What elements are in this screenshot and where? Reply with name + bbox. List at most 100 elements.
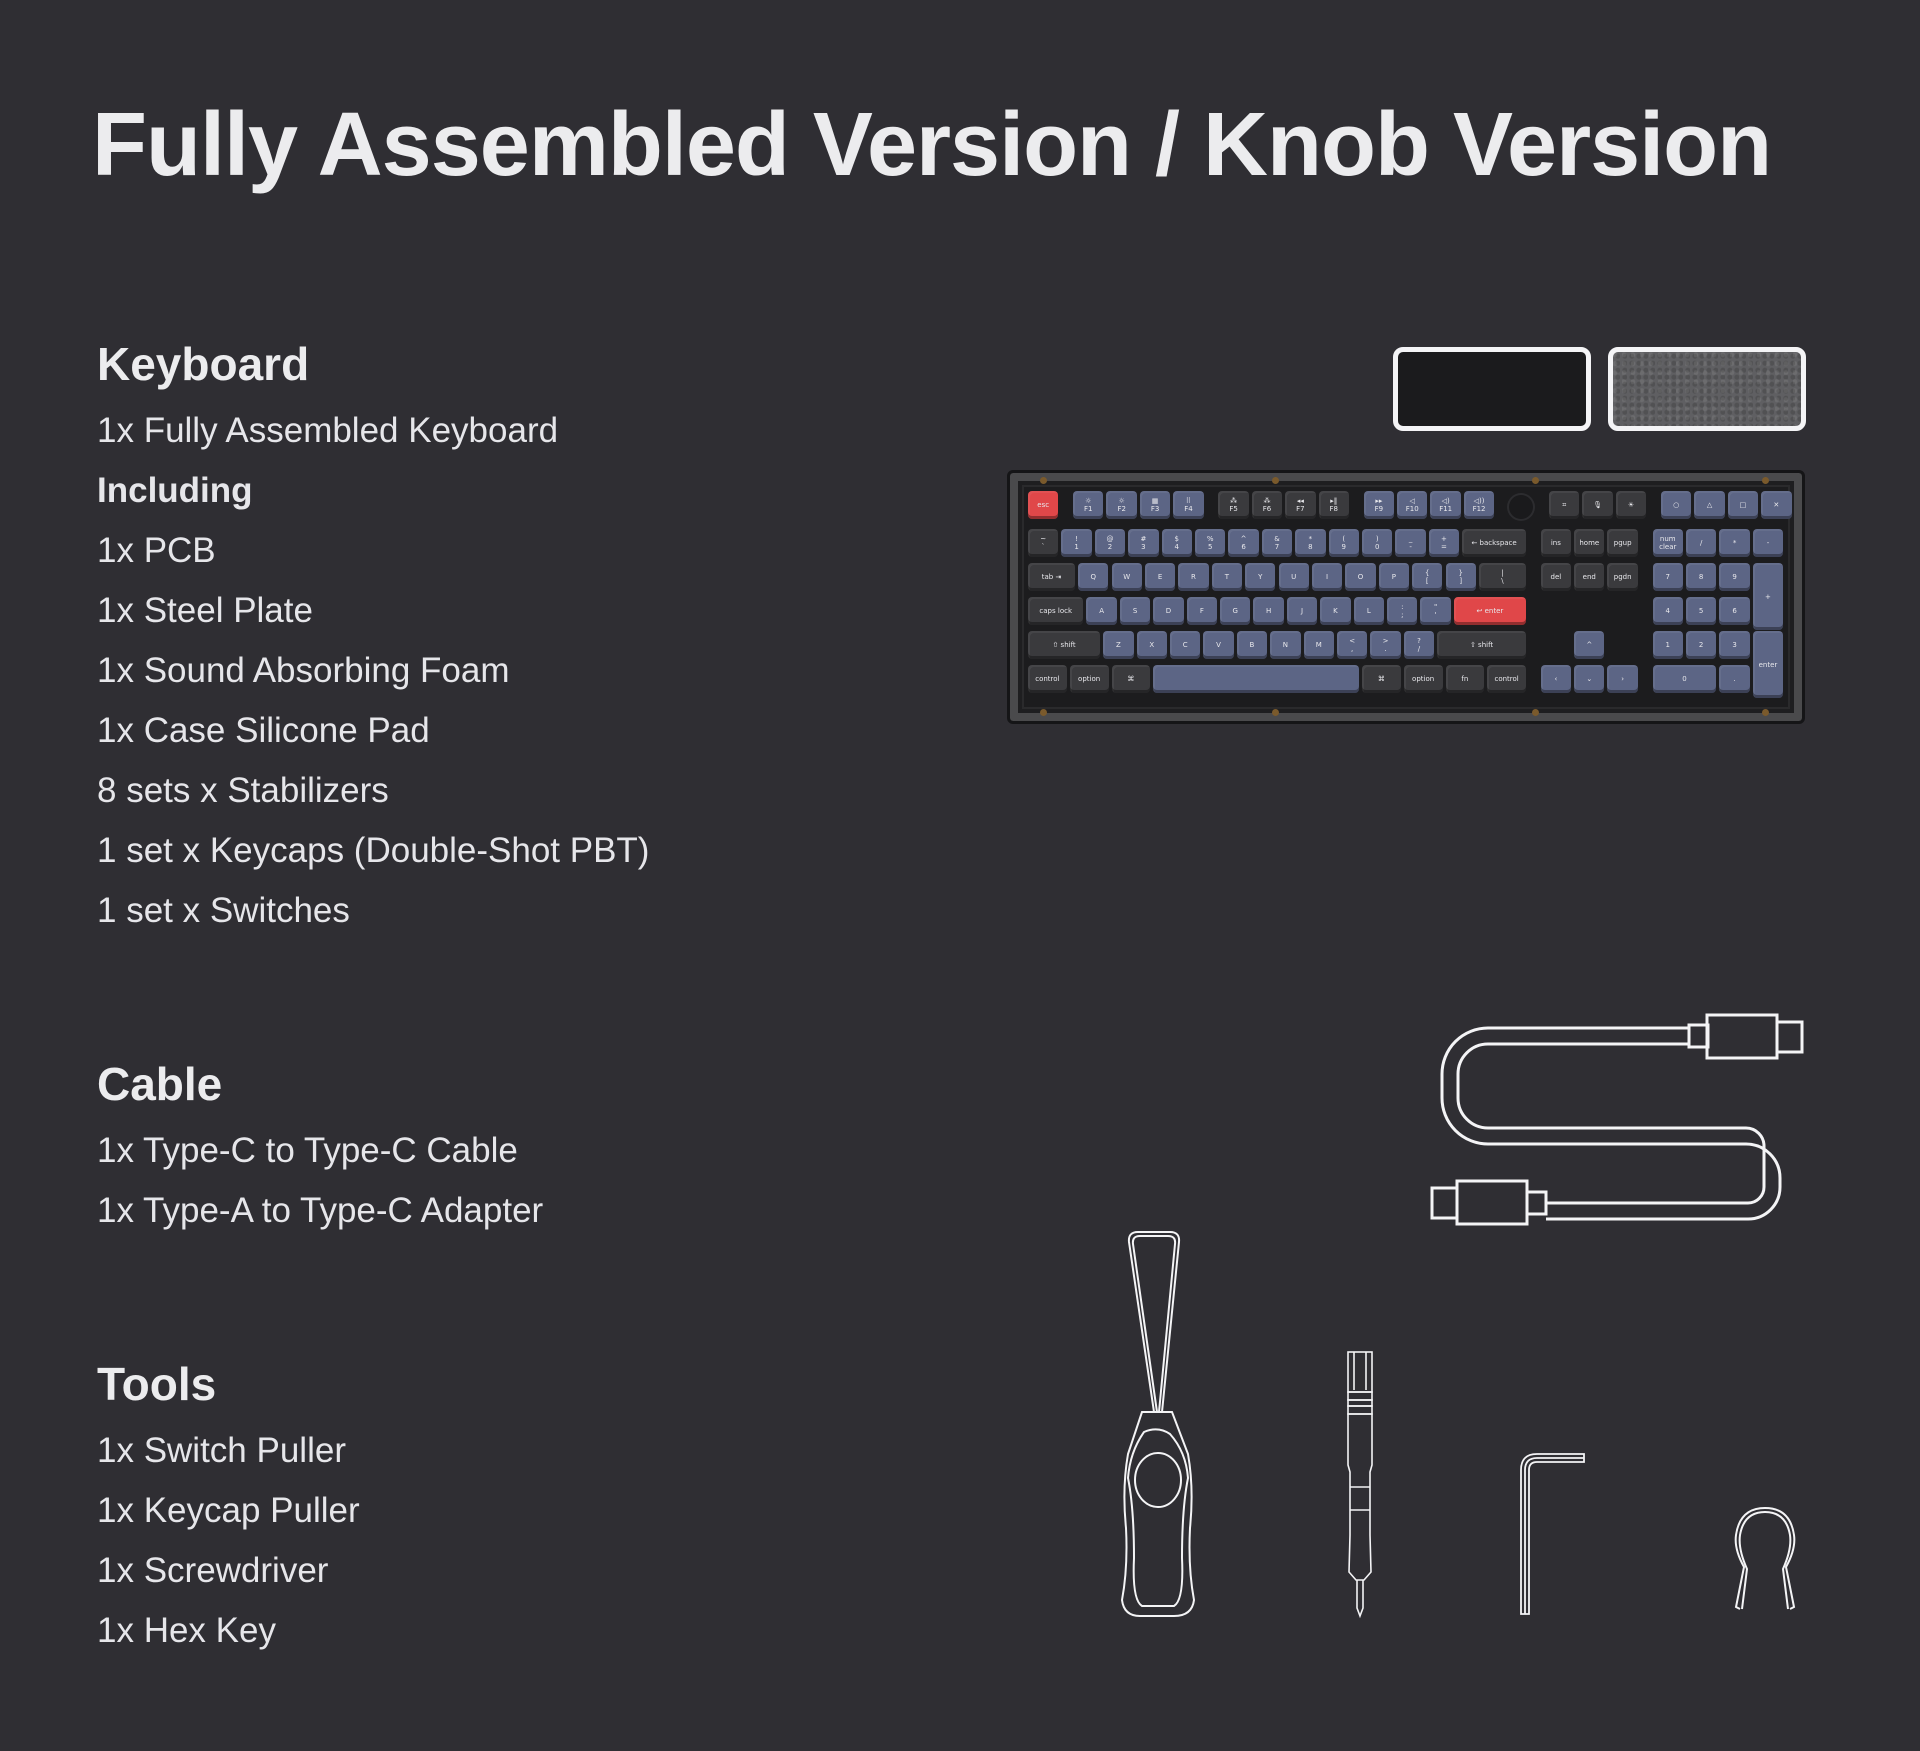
keyboard-image: esc ☼ F1 ☼ F2 ▦ F3 ⠿ F4 ⁂ F5 ⁂ F6 ◂◂ F7 ▸‖ F8 ▸▸ …: [1007, 470, 1805, 724]
keycap: del: [1540, 563, 1572, 591]
keycap: > .: [1370, 631, 1401, 659]
keycap: ^: [1574, 631, 1605, 659]
keycap: esc: [1028, 491, 1059, 519]
connector-top-collar: [1687, 1023, 1710, 1049]
keycap: △: [1694, 491, 1725, 519]
keycap: | \: [1478, 563, 1526, 591]
keyboard-section: Keyboard 1x Fully Assembled Keyboard Incl…: [97, 338, 649, 941]
keycap: G: [1220, 597, 1251, 625]
cable-items-list: 1x Type-C to Type-C Cable 1x Type-A to Ty…: [97, 1121, 543, 1241]
keycap: ⌄: [1574, 665, 1605, 693]
keycap: % 5: [1195, 529, 1226, 557]
keycap: & 7: [1261, 529, 1293, 557]
keycap: fn: [1445, 665, 1485, 693]
keycap: E: [1144, 563, 1176, 591]
keycap: V: [1203, 631, 1234, 659]
keycap: num clear: [1652, 529, 1683, 557]
keycap: ⇧ shift: [1437, 631, 1526, 659]
keyboard-heading: Keyboard: [97, 338, 310, 390]
keycap: 2: [1685, 631, 1717, 659]
tools-heading: Tools: [97, 1358, 217, 1410]
list-item: 1x Keycap Puller: [97, 1490, 360, 1530]
keycap: ‹: [1540, 665, 1572, 693]
keycap: ? /: [1403, 631, 1435, 659]
keycap: +: [1752, 563, 1784, 630]
keycap-puller-icon: [1734, 1506, 1796, 1610]
keycap: ! 1: [1061, 529, 1092, 557]
keycap: 5: [1685, 597, 1717, 625]
keycap: ☼ F1: [1073, 491, 1104, 519]
keycap: ⌘: [1362, 665, 1401, 693]
keycap: # 3: [1128, 529, 1159, 557]
keycap: ›: [1607, 665, 1638, 693]
keycap: + =: [1428, 529, 1460, 557]
keycap: T: [1211, 563, 1243, 591]
keycap: Z: [1103, 631, 1134, 659]
keycap: ▸‖ F8: [1318, 491, 1349, 519]
list-item: 1x Screwdriver: [97, 1550, 329, 1590]
list-item: 1x Sound Absorbing Foam: [97, 650, 510, 690]
screw: [1762, 477, 1769, 484]
keycap: ⠿ F4: [1173, 491, 1204, 519]
keycap: ⌘: [1111, 665, 1151, 693]
list-item: 1x Steel Plate: [97, 590, 313, 630]
keycap: M: [1303, 631, 1334, 659]
keycap: control: [1028, 665, 1067, 693]
keycap: L: [1353, 597, 1385, 625]
tools-items-list: 1x Switch Puller 1x Keycap Puller 1x Screw…: [97, 1421, 360, 1661]
keycap: enter: [1752, 631, 1784, 698]
keycap: ⌗: [1549, 491, 1580, 519]
list-item: 1x Hex Key: [97, 1610, 276, 1650]
keycap: .: [1719, 665, 1750, 693]
keycap: ▦ F3: [1139, 491, 1171, 519]
keycap: * 8: [1295, 529, 1326, 557]
connector-top-body: [1705, 1013, 1779, 1060]
keycap: ↩ enter: [1453, 597, 1526, 625]
keycap: R: [1178, 563, 1209, 591]
screw: [1532, 477, 1539, 484]
keycap: ins: [1540, 529, 1572, 557]
keycap: pgup: [1607, 529, 1638, 557]
list-item: 1x Switch Puller: [97, 1430, 346, 1470]
keycap: *: [1719, 529, 1750, 557]
keycap: ⁂ F5: [1218, 491, 1249, 519]
keycap: " ': [1420, 597, 1451, 625]
keycap: C: [1169, 631, 1201, 659]
list-subheading: Including: [97, 470, 253, 510]
keycap: $ 4: [1161, 529, 1192, 557]
keycap: _ -: [1395, 529, 1426, 557]
keycap: ☼ F2: [1106, 491, 1137, 519]
keycap: 8: [1685, 563, 1717, 591]
list-item: 1x Case Silicone Pad: [97, 710, 430, 750]
list-item: 8 sets x Stabilizers: [97, 770, 389, 810]
keycap: /: [1685, 529, 1717, 557]
hex-key-icon: [1520, 1453, 1585, 1615]
screw: [1040, 709, 1047, 716]
keycap: A: [1086, 597, 1117, 625]
color-swatch-grey[interactable]: [1608, 347, 1806, 431]
keycap: @ 2: [1094, 529, 1126, 557]
connector-bottom-collar: [1525, 1190, 1548, 1216]
keycap: K: [1320, 597, 1351, 625]
keyboard-keys-area: esc ☼ F1 ☼ F2 ▦ F3 ⠿ F4 ⁂ F5 ⁂ F6 ◂◂ F7 ▸‖ F8 ▸▸ …: [1024, 487, 1792, 707]
list-item: 1x Type-C to Type-C Cable: [97, 1130, 518, 1170]
keycap: end: [1574, 563, 1605, 591]
keycap: ⇧ shift: [1028, 631, 1101, 659]
keycap: N: [1270, 631, 1301, 659]
keycap: -: [1752, 529, 1784, 557]
list-item: 1x Type-A to Type-C Adapter: [97, 1190, 544, 1230]
keycap: P: [1378, 563, 1410, 591]
keycap: : ;: [1387, 597, 1418, 625]
keycap: ⁂ F6: [1251, 491, 1283, 519]
page-title: Fully Assembled Version / Knob Version: [92, 95, 1772, 195]
screw: [1532, 709, 1539, 716]
connector-top-plug: [1775, 1020, 1804, 1054]
screw: [1272, 477, 1279, 484]
color-swatch-black[interactable]: [1393, 347, 1591, 431]
screw: [1272, 709, 1279, 716]
keycap: W: [1111, 563, 1142, 591]
keycap: [1153, 665, 1359, 693]
keycap: S: [1119, 597, 1151, 625]
keycap: F: [1186, 597, 1218, 625]
keycap: X: [1136, 631, 1167, 659]
